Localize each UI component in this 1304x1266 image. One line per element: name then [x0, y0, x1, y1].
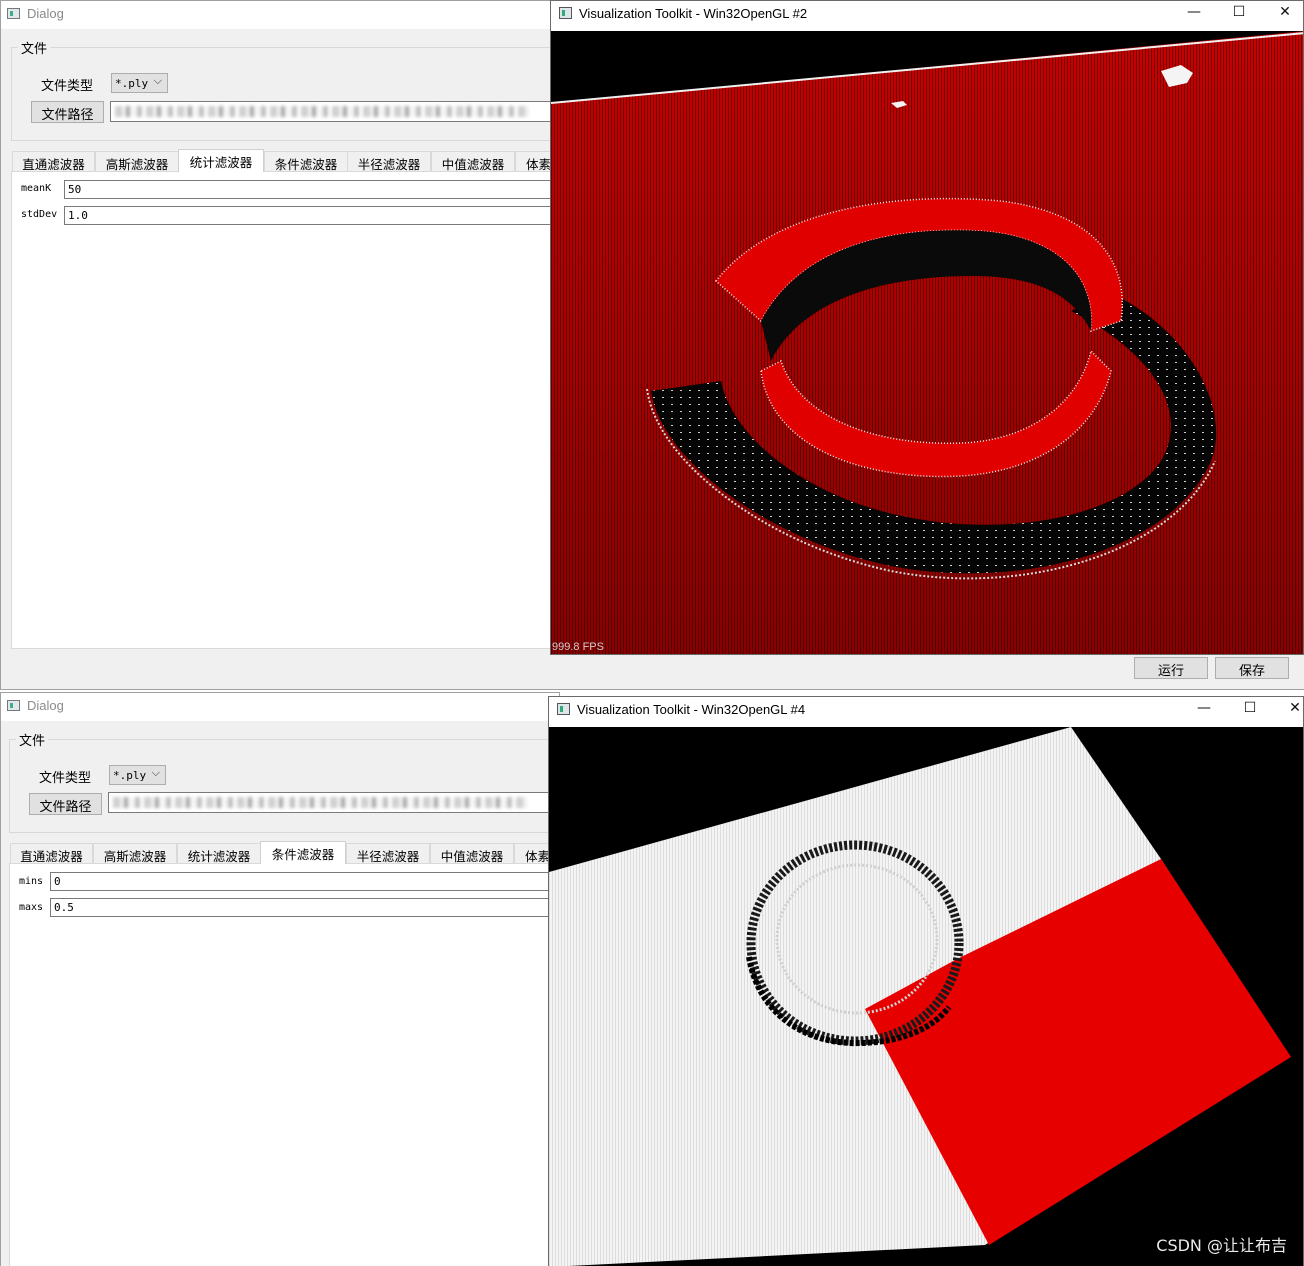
- stddev-label: stdDev: [21, 209, 58, 220]
- fps-counter: 999.8 FPS: [552, 641, 604, 653]
- bottom-vtk-title: Visualization Toolkit - Win32OpenGL #4: [577, 702, 806, 717]
- tab-passthrough[interactable]: 直通滤波器: [12, 151, 95, 172]
- tab-pane: mins 0 maxs 0.5: [9, 863, 559, 1266]
- tab-gaussian[interactable]: 高斯滤波器: [93, 843, 177, 864]
- bottom-dialog-title: Dialog: [27, 698, 64, 713]
- meank-input[interactable]: 50: [64, 180, 559, 199]
- maximize-icon[interactable]: ☐: [1224, 4, 1254, 20]
- bottom-vtk-viewport[interactable]: [549, 727, 1303, 1266]
- maxs-label: maxs: [19, 902, 44, 913]
- filetype-label: 文件类型: [41, 79, 94, 94]
- point-cloud-render: [551, 31, 1303, 654]
- filepath-input[interactable]: [108, 792, 559, 813]
- vtk-app-icon: [557, 703, 570, 715]
- close-icon[interactable]: ✕: [1270, 4, 1300, 20]
- top-vtk-window: Visualization Toolkit - Win32OpenGL #2 —…: [550, 0, 1304, 655]
- tab-median[interactable]: 中值滤波器: [430, 843, 514, 864]
- top-dialog: Dialog 文件 文件类型 *.ply ⌵ 文件路径 直通滤波器 高斯滤波器 …: [0, 0, 560, 690]
- tab-passthrough[interactable]: 直通滤波器: [10, 843, 93, 864]
- maximize-icon[interactable]: ☐: [1235, 700, 1265, 716]
- meank-label: meanK: [21, 183, 52, 194]
- filter-tabs: 直通滤波器 高斯滤波器 统计滤波器 条件滤波器 半径滤波器 中值滤波器 体素: [10, 841, 559, 864]
- point-cloud-render: [549, 727, 1303, 1266]
- tab-radius[interactable]: 半径滤波器: [346, 843, 430, 864]
- bottom-dialog: Dialog 文件 文件类型 *.ply ⌵ 文件路径 直通滤波器 高斯滤波器 …: [0, 692, 560, 1266]
- maxs-input[interactable]: 0.5: [50, 898, 559, 917]
- csdn-watermark: CSDN @让让布吉: [1156, 1236, 1287, 1255]
- file-group-title: 文件: [18, 38, 51, 57]
- run-button[interactable]: 运行: [1134, 657, 1208, 679]
- save-button[interactable]: 保存: [1215, 657, 1289, 679]
- tab-gaussian[interactable]: 高斯滤波器: [95, 151, 179, 172]
- app-icon: [7, 8, 20, 19]
- file-group-title: 文件: [16, 730, 49, 749]
- filter-tabs: 直通滤波器 高斯滤波器 统计滤波器 条件滤波器 半径滤波器 中值滤波器 体素: [12, 149, 559, 172]
- filetype-combo[interactable]: *.ply ⌵: [109, 765, 166, 785]
- top-dialog-titlebar[interactable]: Dialog: [1, 1, 559, 29]
- blurred-path: [115, 106, 529, 117]
- tab-statistical[interactable]: 统计滤波器: [177, 843, 261, 864]
- top-vtk-viewport[interactable]: 999.8 FPS: [551, 31, 1303, 654]
- tab-median[interactable]: 中值滤波器: [431, 151, 515, 172]
- close-icon[interactable]: ✕: [1280, 700, 1303, 716]
- top-dialog-footer: 运行 保存: [550, 654, 1304, 690]
- top-dialog-title: Dialog: [27, 6, 64, 21]
- chevron-down-icon: ⌵: [153, 74, 162, 87]
- filepath-input[interactable]: [110, 101, 559, 122]
- chevron-down-icon: ⌵: [151, 766, 160, 779]
- filetype-combo[interactable]: *.ply ⌵: [111, 73, 168, 93]
- tab-conditional[interactable]: 条件滤波器: [264, 151, 348, 172]
- blurred-path: [113, 797, 527, 808]
- minimize-icon[interactable]: —: [1189, 700, 1219, 716]
- tab-statistical[interactable]: 统计滤波器: [178, 149, 264, 172]
- mins-label: mins: [19, 876, 44, 887]
- filetype-value: *.ply: [113, 769, 147, 782]
- stddev-input[interactable]: 1.0: [64, 206, 559, 225]
- filetype-value: *.ply: [115, 77, 149, 90]
- mins-input[interactable]: 0: [50, 872, 559, 891]
- filepath-button[interactable]: 文件路径: [31, 101, 104, 123]
- filetype-label: 文件类型: [39, 771, 92, 786]
- bottom-vtk-window: Visualization Toolkit - Win32OpenGL #4 —…: [548, 696, 1304, 1266]
- bottom-dialog-titlebar[interactable]: Dialog: [1, 693, 559, 721]
- app-icon: [7, 700, 20, 711]
- tab-radius[interactable]: 半径滤波器: [347, 151, 431, 172]
- tab-conditional[interactable]: 条件滤波器: [260, 841, 346, 864]
- tab-pane: meanK 50 stdDev 1.0: [11, 171, 559, 649]
- vtk-app-icon: [559, 7, 572, 19]
- filepath-button[interactable]: 文件路径: [29, 793, 102, 815]
- minimize-icon[interactable]: —: [1179, 4, 1209, 20]
- file-groupbox: [11, 47, 559, 141]
- file-groupbox: [9, 739, 559, 833]
- top-vtk-title: Visualization Toolkit - Win32OpenGL #2: [579, 6, 808, 21]
